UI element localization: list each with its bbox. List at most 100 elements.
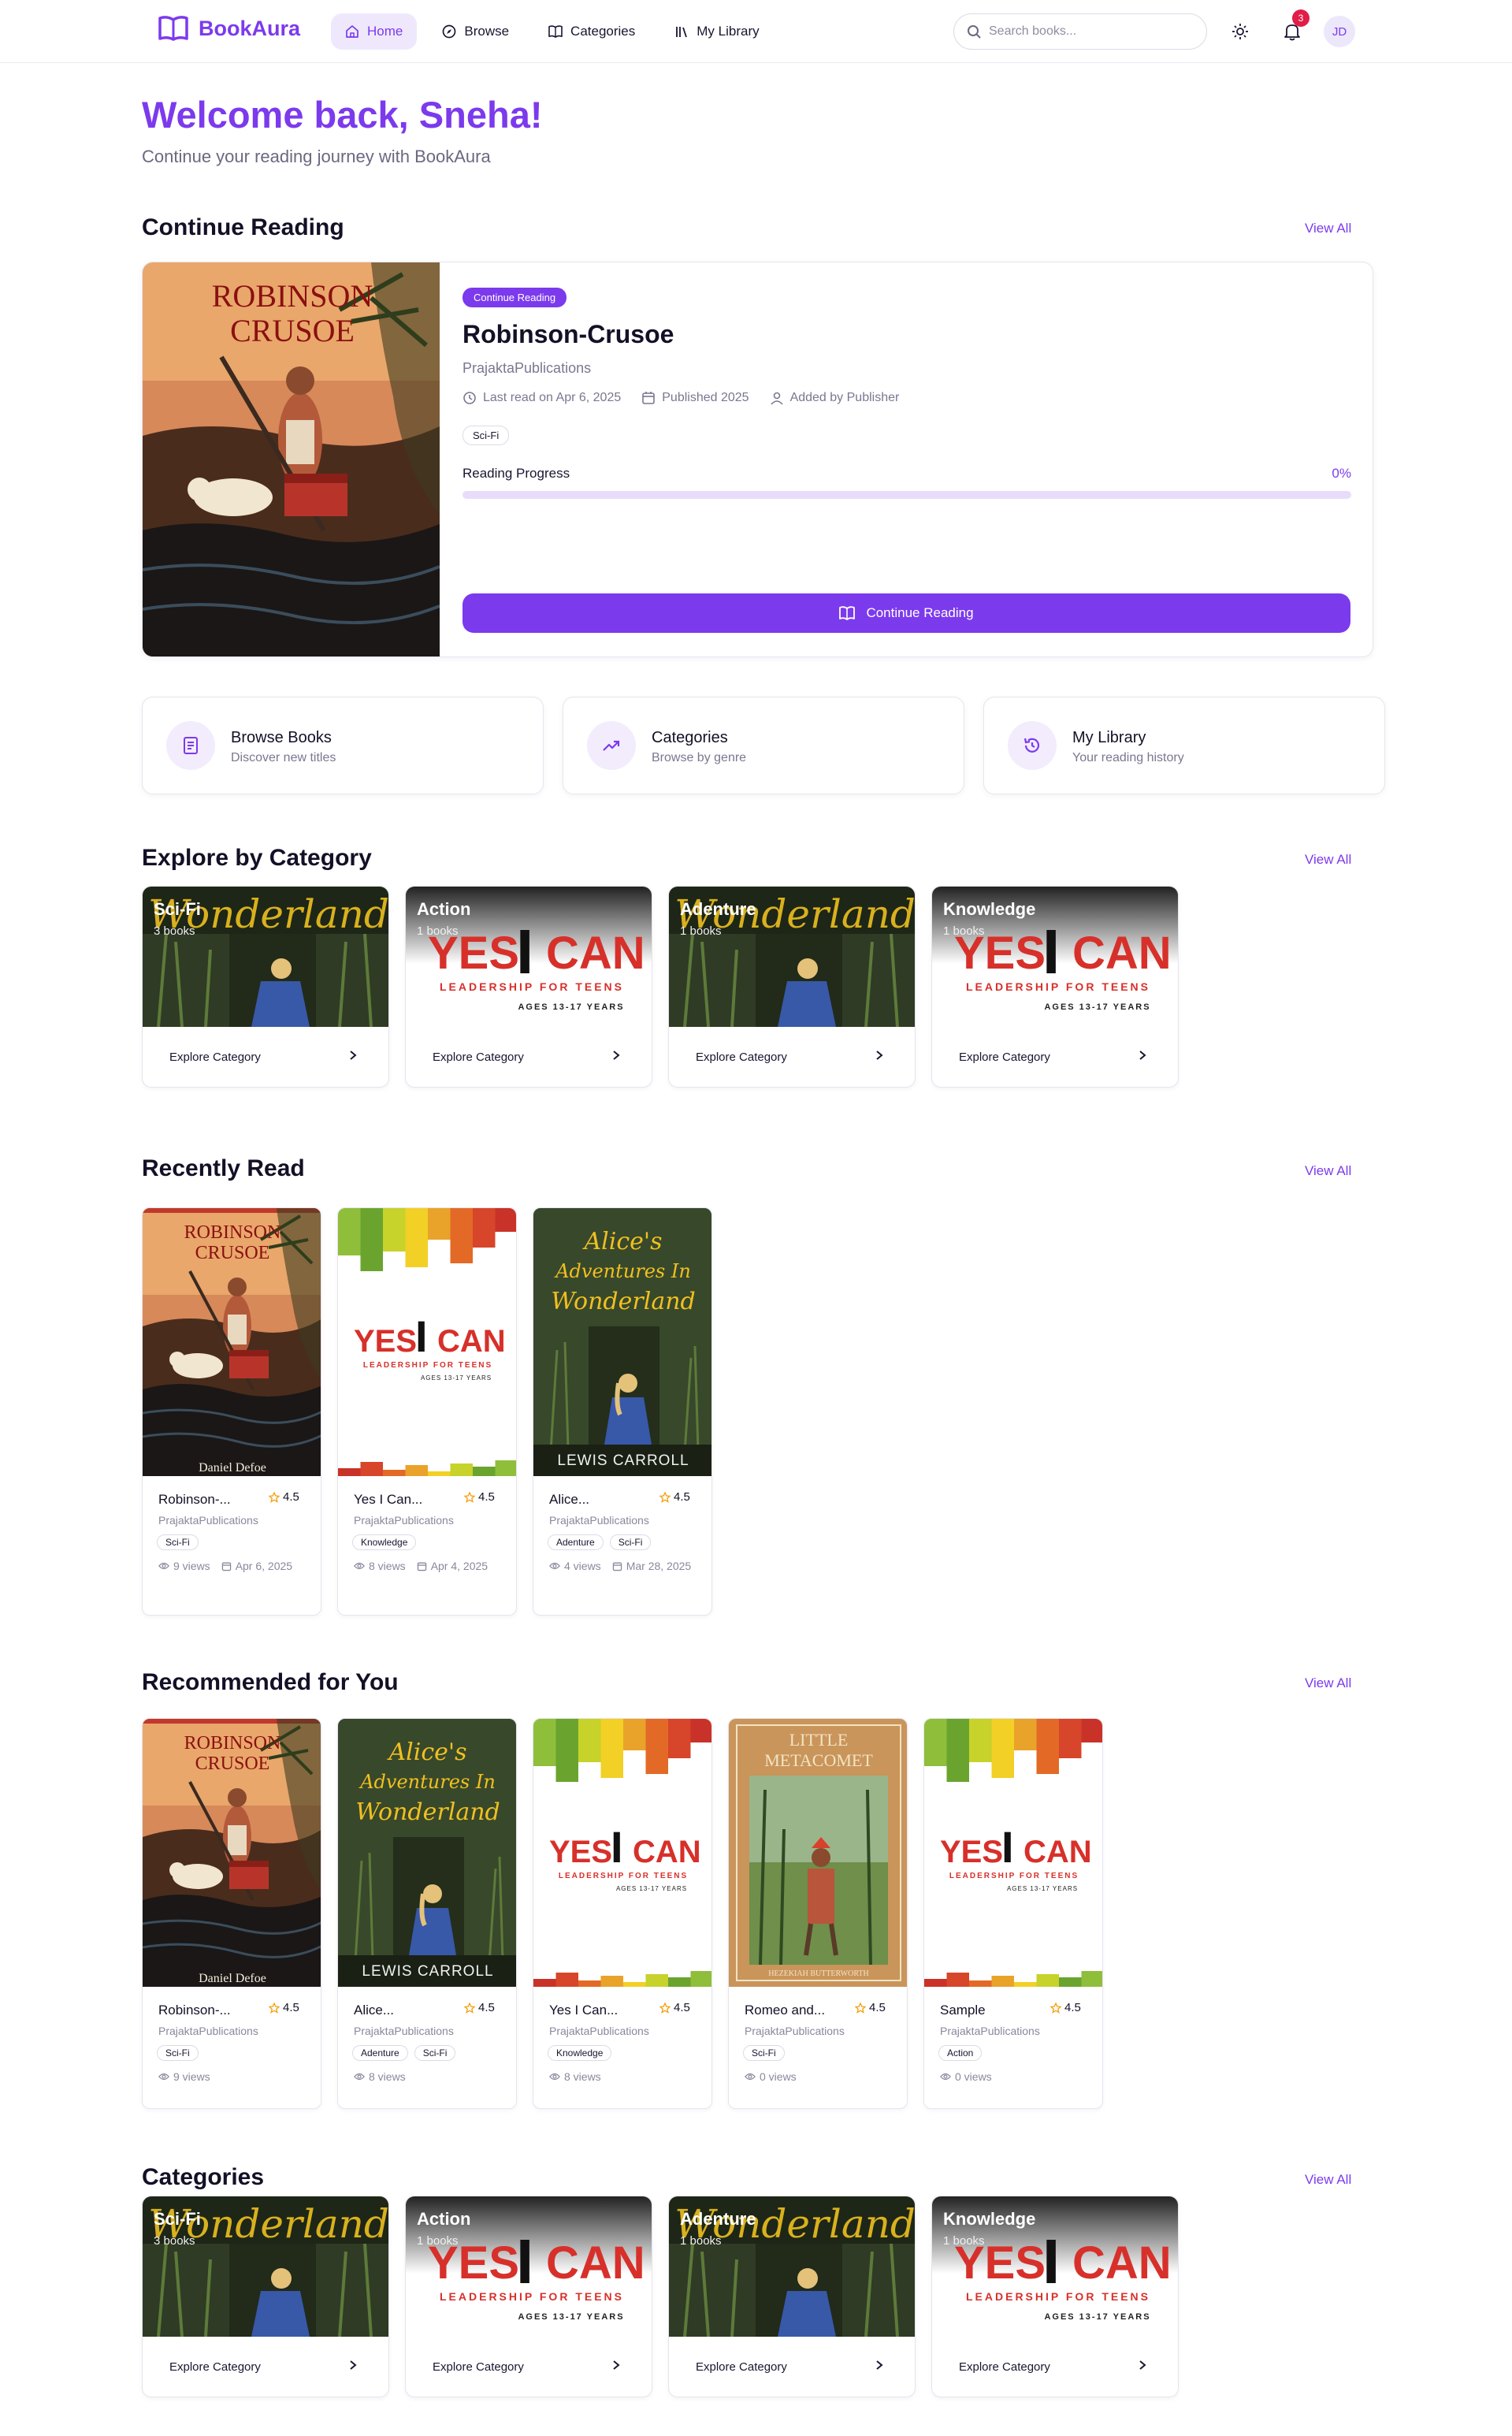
continue-reading-cover[interactable]: ROBINSON CRUSOE <box>143 262 440 656</box>
search-box[interactable] <box>953 13 1207 50</box>
category-card[interactable]: YES I CAN LEADERSHIP FOR TEENS AGES 13-1… <box>405 886 652 1088</box>
genre-tag[interactable]: Knowledge <box>352 1534 417 1550</box>
book-stats: 9 views <box>158 2070 210 2083</box>
explore-category-link[interactable]: Explore Category <box>169 2360 261 2374</box>
category-card[interactable]: YES I CAN LEADERSHIP FOR TEENS AGES 13-1… <box>931 2196 1179 2397</box>
search-input[interactable] <box>989 24 1178 39</box>
quick-action-my-library[interactable]: My Library Your reading history <box>983 697 1385 794</box>
genre-tag[interactable]: Sci-Fi <box>609 1534 652 1550</box>
book-rating: 4.5 <box>269 2001 299 2014</box>
book-cover[interactable]: ROBINSON CRUSOE Daniel Defoe <box>143 1208 321 1476</box>
book-cover[interactable]: YES I CAN LEADERSHIP FOR TEENS AGES 13-1… <box>338 1208 516 1476</box>
explore-category-link[interactable]: Explore Category <box>959 2360 1050 2374</box>
genre-tag[interactable]: Adenture <box>548 1534 604 1550</box>
notifications-button[interactable]: 3 <box>1276 9 1310 47</box>
book-card[interactable]: LITTLE METACOMET HEZEKIAH BUTTERWORTH Ro… <box>728 1718 908 2109</box>
book-title[interactable]: Romeo and... <box>745 2003 825 2018</box>
book-card[interactable]: YES I CAN LEADERSHIP FOR TEENS AGES 13-1… <box>533 1718 712 2109</box>
book-card[interactable]: ROBINSON CRUSOE Daniel Defoe Robinson-..… <box>142 1718 321 2109</box>
book-card[interactable]: YES I CAN LEADERSHIP FOR TEENS AGES 13-1… <box>923 1718 1103 2109</box>
book-title[interactable]: Yes I Can... <box>549 2003 618 2018</box>
svg-text:Daniel Defoe: Daniel Defoe <box>199 1972 266 1985</box>
genre-tag[interactable]: Knowledge <box>548 2045 612 2061</box>
genre-tag[interactable]: Sci-Fi <box>157 1534 199 1550</box>
svg-text:AGES 13-17 YEARS: AGES 13-17 YEARS <box>421 1374 492 1382</box>
book-title[interactable]: Alice... <box>549 1492 589 1508</box>
explore-view-all-link[interactable]: View All <box>1305 852 1351 868</box>
recently-read-view-all-link[interactable]: View All <box>1305 1163 1351 1179</box>
continue-reading-button-label: Continue Reading <box>866 605 974 620</box>
book-card[interactable]: Alice's Adventures In Wonderland LEWIS C… <box>337 1718 517 2109</box>
book-cover[interactable]: Alice's Adventures In Wonderland LEWIS C… <box>338 1719 516 1988</box>
chevron-right-icon[interactable] <box>611 2359 622 2375</box>
category-card[interactable]: YES I CAN LEADERSHIP FOR TEENS AGES 13-1… <box>405 2196 652 2397</box>
chevron-right-icon[interactable] <box>611 1049 622 1066</box>
chevron-right-icon[interactable] <box>1137 2359 1148 2375</box>
eye-icon <box>354 2072 365 2081</box>
book-card[interactable]: Alice's Adventures In Wonderland LEWIS C… <box>533 1207 712 1616</box>
categories-view-all-link[interactable]: View All <box>1305 2172 1351 2188</box>
notification-badge: 3 <box>1292 9 1310 27</box>
book-card[interactable]: ROBINSON CRUSOE Daniel Defoe Robinson-..… <box>142 1207 321 1616</box>
category-card[interactable]: Wonderland Sci-Fi 3 books Explore Catego… <box>142 886 389 1088</box>
book-title[interactable]: Yes I Can... <box>354 1492 422 1508</box>
chevron-right-icon[interactable] <box>1137 1049 1148 1066</box>
genre-tag[interactable]: Sci-Fi <box>414 2045 456 2061</box>
continue-reading-book-title[interactable]: Robinson-Crusoe <box>463 320 1351 349</box>
book-publisher: PrajaktaPublications <box>354 1514 454 1527</box>
avatar[interactable]: JD <box>1324 16 1355 47</box>
eye-icon <box>158 2072 169 2081</box>
svg-text:CAN: CAN <box>1072 928 1172 979</box>
chevron-right-icon[interactable] <box>347 2359 358 2375</box>
book-cover[interactable]: ROBINSON CRUSOE Daniel Defoe <box>143 1719 321 1987</box>
star-icon <box>269 2002 280 2014</box>
chevron-right-icon[interactable] <box>874 2359 885 2375</box>
chevron-right-icon[interactable] <box>874 1049 885 1066</box>
recommended-view-all-link[interactable]: View All <box>1305 1675 1351 1691</box>
book-title[interactable]: Robinson-... <box>158 1492 231 1508</box>
genre-tag[interactable]: Sci-Fi <box>463 426 510 445</box>
nav-link-categories[interactable]: Categories <box>534 13 649 50</box>
quick-action-categories[interactable]: Categories Browse by genre <box>563 697 964 794</box>
brand-logo[interactable]: BookAura <box>158 14 300 43</box>
explore-category-link[interactable]: Explore Category <box>169 1051 261 1064</box>
alice-cover-art: Alice's Adventures In Wonderland LEWIS C… <box>533 1208 711 1477</box>
continue-reading-view-all-link[interactable]: View All <box>1305 221 1351 236</box>
book-cover[interactable]: YES I CAN LEADERSHIP FOR TEENS AGES 13-1… <box>533 1719 711 1987</box>
theme-toggle-button[interactable] <box>1224 16 1256 47</box>
svg-text:I: I <box>516 917 533 987</box>
book-rating: 4.5 <box>659 2001 690 2014</box>
genre-tag[interactable]: Sci-Fi <box>157 2045 199 2061</box>
nav-link-home[interactable]: Home <box>331 13 418 50</box>
continue-reading-button[interactable]: Continue Reading <box>463 593 1350 633</box>
book-publisher: PrajaktaPublications <box>158 1514 258 1527</box>
genre-tag[interactable]: Action <box>938 2045 983 2061</box>
eye-icon <box>549 2072 560 2081</box>
sun-icon <box>1232 24 1248 39</box>
explore-category-link[interactable]: Explore Category <box>433 2360 524 2374</box>
chevron-right-icon[interactable] <box>347 1049 358 1066</box>
quick-action-browse-books[interactable]: Browse Books Discover new titles <box>142 697 544 794</box>
nav-link-browse[interactable]: Browse <box>428 13 523 50</box>
category-card[interactable]: Wonderland Sci-Fi 3 books Explore Catego… <box>142 2196 389 2397</box>
genre-tag[interactable]: Adenture <box>352 2045 408 2061</box>
book-title[interactable]: Robinson-... <box>158 2003 231 2018</box>
book-rating: 4.5 <box>269 1490 299 1504</box>
category-card[interactable]: YES I CAN LEADERSHIP FOR TEENS AGES 13-1… <box>931 886 1179 1088</box>
explore-category-link[interactable]: Explore Category <box>959 1051 1050 1064</box>
book-title[interactable]: Alice... <box>354 2003 394 2018</box>
book-cover[interactable]: LITTLE METACOMET HEZEKIAH BUTTERWORTH <box>729 1719 907 1987</box>
explore-category-link[interactable]: Explore Category <box>696 1051 787 1064</box>
book-title[interactable]: Sample <box>940 2003 986 2018</box>
last-read-meta: Last read on Apr 6, 2025 <box>463 391 621 405</box>
category-card[interactable]: Wonderland Adenture 1 books Explore Cate… <box>668 2196 916 2397</box>
book-cover[interactable]: YES I CAN LEADERSHIP FOR TEENS AGES 13-1… <box>924 1719 1102 1987</box>
book-cover[interactable]: Alice's Adventures In Wonderland LEWIS C… <box>533 1208 711 1477</box>
explore-category-link[interactable]: Explore Category <box>433 1051 524 1064</box>
book-card[interactable]: YES I CAN LEADERSHIP FOR TEENS AGES 13-1… <box>337 1207 517 1616</box>
nav-link-my-library[interactable]: My Library <box>660 13 773 50</box>
explore-category-link[interactable]: Explore Category <box>696 2360 787 2374</box>
book-stats: 4 views Mar 28, 2025 <box>549 1560 691 1572</box>
genre-tag[interactable]: Sci-Fi <box>743 2045 785 2061</box>
category-card[interactable]: Wonderland Adenture 1 books Explore Cate… <box>668 886 916 1088</box>
